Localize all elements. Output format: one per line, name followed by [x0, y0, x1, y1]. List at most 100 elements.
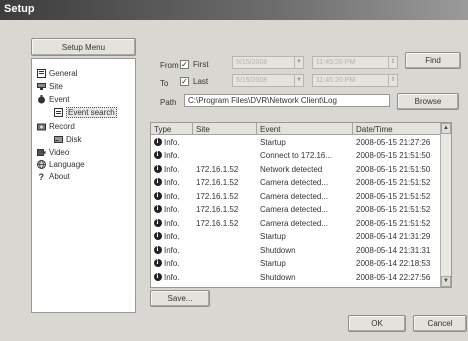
from-date-value: 5/15/2008	[236, 59, 268, 66]
cell-event: Camera detected...	[260, 178, 329, 187]
table-row[interactable]: Info. 172.16.1.52 Network detected 2008-05-…	[151, 163, 441, 175]
about-icon: ?	[37, 172, 46, 182]
info-icon	[154, 205, 162, 213]
from-label: From	[160, 61, 179, 70]
table-scrollbar[interactable]: ▲ ▼	[440, 123, 451, 287]
table-row[interactable]: Info. Shutdown 2008-05-14 21:31:31	[151, 244, 441, 256]
save-button[interactable]: Save...	[150, 290, 210, 307]
info-icon	[154, 245, 162, 254]
cell-site: 172.16.1.52	[196, 178, 239, 187]
tree-item-video[interactable]: Video	[37, 147, 69, 158]
column-header-site[interactable]: Site	[193, 123, 257, 135]
tree-label: Disk	[66, 135, 82, 144]
table-row[interactable]: Info. 172.16.1.52 Camera detected... 2008-0…	[151, 217, 441, 229]
language-icon	[37, 160, 46, 169]
table-row[interactable]: Info. 172.16.1.52 Camera detected... 2008-0…	[151, 190, 441, 202]
first-checkbox[interactable]: ✓	[180, 60, 189, 69]
chevron-down-icon[interactable]: ▼	[294, 57, 303, 68]
tree-item-event-search[interactable]: Event search	[54, 107, 117, 118]
title-bar[interactable]: Setup	[0, 0, 468, 20]
cell-datetime: 2008-05-15 21:51:52	[356, 205, 431, 214]
find-button[interactable]: Find	[405, 52, 461, 69]
to-label: To	[160, 79, 169, 88]
scroll-down-icon[interactable]: ▼	[441, 276, 451, 287]
cell-datetime: 2008-05-15 21:51:52	[356, 178, 431, 187]
cell-event: Startup	[260, 137, 286, 147]
path-label: Path	[160, 98, 177, 107]
cell-type: Info.	[151, 191, 193, 201]
general-icon	[37, 69, 46, 78]
ok-button[interactable]: OK	[348, 315, 406, 332]
table-row[interactable]: Info. 172.16.1.52 Camera detected... 2008-0…	[151, 204, 441, 216]
table-header: Type Site Event Date/Time	[151, 123, 441, 135]
tree-item-about[interactable]: ? About	[37, 171, 70, 182]
path-input[interactable]: C:\Program Files\DVR\Network Client\Log	[184, 94, 390, 107]
cell-site: 172.16.1.52	[196, 218, 239, 228]
cell-event: Network detected	[260, 164, 323, 174]
svg-text:?: ?	[39, 172, 45, 181]
table-row[interactable]: Info. Connect to 172.16... 2008-05-15 21:5…	[151, 150, 441, 162]
cell-datetime: 2008-05-15 21:51:50	[356, 151, 431, 160]
cell-type: Info.	[151, 245, 193, 255]
cell-type: Info.	[151, 178, 193, 187]
tree-item-general[interactable]: General	[37, 68, 77, 79]
browse-label: Browse	[414, 97, 442, 106]
tree-label: General	[49, 69, 78, 78]
table-row[interactable]: Info. 172.16.1.52 Camera detected... 2008-0…	[151, 177, 441, 189]
tree-label: Language	[49, 160, 85, 169]
cancel-button[interactable]: Cancel	[413, 315, 467, 332]
cell-site: 172.16.1.52	[196, 191, 239, 201]
cancel-label: Cancel	[427, 319, 453, 328]
cell-type: Info.	[151, 272, 193, 282]
from-time-value: 11:45:20 PM	[316, 59, 356, 66]
info-icon	[154, 232, 162, 240]
tree-item-record[interactable]: Record	[37, 121, 75, 132]
cell-datetime: 2008-05-14 21:31:31	[356, 245, 431, 255]
cell-type-text: Info.	[164, 272, 180, 282]
column-header-type[interactable]: Type	[151, 123, 193, 135]
to-time-value: 11:45:20 PM	[316, 77, 356, 84]
info-icon	[154, 259, 162, 267]
scroll-up-icon[interactable]: ▲	[441, 123, 451, 134]
chevron-down-icon[interactable]: ▼	[294, 75, 303, 86]
tree-item-language[interactable]: Language	[37, 159, 85, 170]
table-row[interactable]: Info. Startup 2008-05-14 21:31:29	[151, 231, 441, 243]
from-time-field[interactable]: 11:45:20 PM ⇕	[312, 56, 398, 69]
table-row[interactable]: Info. Startup 2008-05-15 21:27:26	[151, 136, 441, 148]
spinner-icon[interactable]: ⇕	[388, 57, 397, 68]
last-checkbox[interactable]: ✓	[180, 77, 189, 86]
to-date-value: 5/15/2008	[236, 77, 268, 84]
browse-button[interactable]: Browse	[397, 93, 459, 110]
event-icon	[37, 95, 46, 104]
column-header-datetime[interactable]: Date/Time	[353, 123, 441, 135]
cell-datetime: 2008-05-15 21:27:26	[356, 137, 431, 147]
column-header-event[interactable]: Event	[257, 123, 353, 135]
from-date-field[interactable]: 5/15/2008 ▼	[232, 56, 304, 69]
cell-type-text: Info.	[164, 151, 180, 160]
cell-type: Info.	[151, 205, 193, 214]
tree-item-site[interactable]: Site	[37, 81, 63, 92]
info-icon	[154, 151, 162, 159]
tree-item-disk[interactable]: Disk	[54, 134, 82, 145]
site-icon	[37, 82, 46, 91]
table-row[interactable]: Info. Shutdown 2008-05-14 22:27:56	[151, 271, 441, 283]
cell-type-text: Info.	[164, 137, 180, 147]
table-row[interactable]: Info. Startup 2008-05-14 22:18:53	[151, 258, 441, 270]
cell-type: Info.	[151, 151, 193, 160]
event-log-table[interactable]: Type Site Event Date/Time Info. Startup 20…	[150, 122, 452, 288]
cell-type: Info.	[151, 164, 193, 174]
cell-type: Info.	[151, 218, 193, 228]
record-icon	[37, 122, 46, 131]
setup-menu-button[interactable]: Setup Menu	[31, 38, 136, 56]
cell-event: Camera detected...	[260, 191, 329, 201]
tree-item-event[interactable]: Event	[37, 94, 69, 105]
tree-label: Record	[49, 122, 75, 131]
to-time-field[interactable]: 11:45:20 PM ⇕	[312, 74, 398, 87]
cell-type-text: Info.	[164, 259, 180, 268]
cell-event: Startup	[260, 232, 286, 241]
setup-window: Setup Setup Menu General Site Event Even…	[0, 0, 468, 341]
to-date-field[interactable]: 5/15/2008 ▼	[232, 74, 304, 87]
cell-site: 172.16.1.52	[196, 164, 239, 174]
spinner-icon[interactable]: ⇕	[388, 75, 397, 86]
tree-label: Event search	[66, 107, 117, 118]
